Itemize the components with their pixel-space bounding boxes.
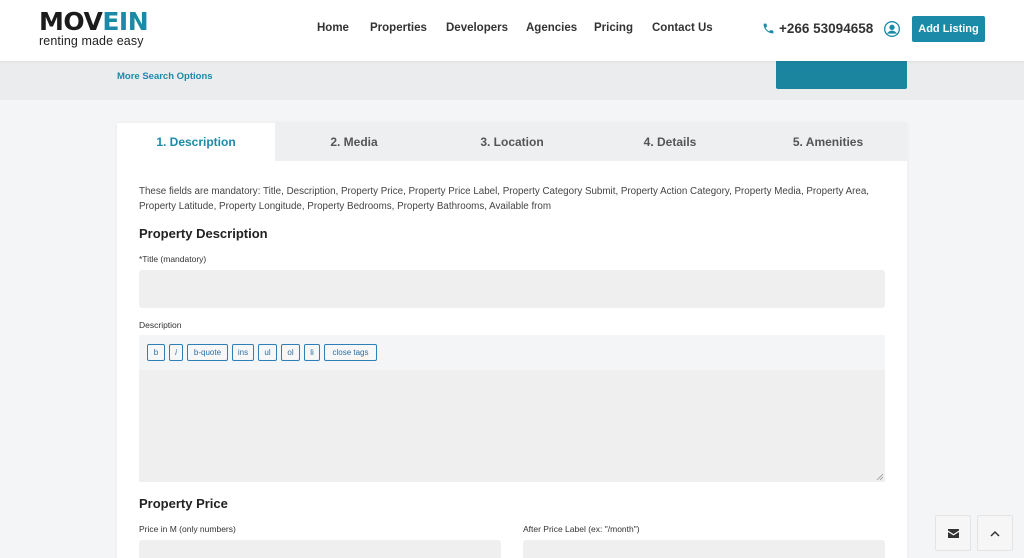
tab-details[interactable]: 4. Details (591, 123, 749, 161)
editor-toolbar: b i b-quote ins ul ol li close tags (139, 335, 885, 370)
more-search-options-link[interactable]: More Search Options (117, 71, 213, 82)
after-price-label: After Price Label (ex: "/month") (523, 524, 640, 534)
phone-icon (763, 23, 774, 34)
tab-description[interactable]: 1. Description (117, 123, 275, 161)
search-button[interactable] (776, 61, 907, 89)
logo[interactable]: MOVEIN renting made easy (39, 9, 159, 51)
after-price-label-input[interactable] (523, 540, 885, 558)
submit-property-form: 1. Description 2. Media 3. Location 4. D… (117, 123, 907, 558)
search-band: More Search Options (0, 61, 1024, 100)
nav-home[interactable]: Home (317, 22, 349, 34)
list-item-button[interactable]: li (304, 344, 320, 361)
mandatory-fields-note: These fields are mandatory: Title, Descr… (139, 186, 870, 212)
logo-wordmark: MOVEIN (39, 7, 149, 36)
nav-pricing[interactable]: Pricing (594, 22, 633, 34)
logo-tagline: renting made easy (39, 34, 144, 48)
form-tabs: 1. Description 2. Media 3. Location 4. D… (117, 123, 907, 161)
price-input[interactable] (139, 540, 501, 558)
description-label: Description (139, 320, 182, 330)
property-price-heading: Property Price (139, 496, 228, 511)
unordered-list-button[interactable]: ul (258, 344, 277, 361)
nav-properties[interactable]: Properties (370, 22, 427, 34)
nav-developers[interactable]: Developers (446, 22, 508, 34)
italic-button[interactable]: i (169, 344, 183, 361)
resize-handle-icon[interactable] (876, 473, 883, 480)
property-description-heading: Property Description (139, 226, 268, 241)
blockquote-button[interactable]: b-quote (187, 344, 228, 361)
insert-button[interactable]: ins (232, 344, 254, 361)
title-input[interactable] (139, 270, 885, 308)
contact-fab[interactable] (935, 515, 971, 551)
scroll-to-top-button[interactable] (977, 515, 1013, 551)
tab-media[interactable]: 2. Media (275, 123, 433, 161)
close-tags-button[interactable]: close tags (324, 344, 377, 361)
ordered-list-button[interactable]: ol (281, 344, 300, 361)
tab-amenities[interactable]: 5. Amenities (749, 123, 907, 161)
description-editor[interactable]: b i b-quote ins ul ol li close tags (139, 335, 885, 482)
phone-link[interactable]: +266 53094658 (762, 21, 873, 36)
price-label: Price in M (only numbers) (139, 524, 236, 534)
nav-contact-us[interactable]: Contact Us (652, 22, 713, 34)
add-listing-button[interactable]: Add Listing (912, 16, 985, 42)
site-header: MOVEIN renting made easy Home Properties… (0, 0, 1024, 61)
title-label: *Title (mandatory) (139, 254, 207, 264)
envelope-icon (947, 528, 959, 538)
chevron-up-icon (990, 530, 1000, 537)
bold-button[interactable]: b (147, 344, 165, 361)
nav-agencies[interactable]: Agencies (526, 22, 577, 34)
user-icon[interactable] (884, 21, 900, 37)
tab-location[interactable]: 3. Location (433, 123, 591, 161)
phone-number: +266 53094658 (779, 21, 874, 36)
